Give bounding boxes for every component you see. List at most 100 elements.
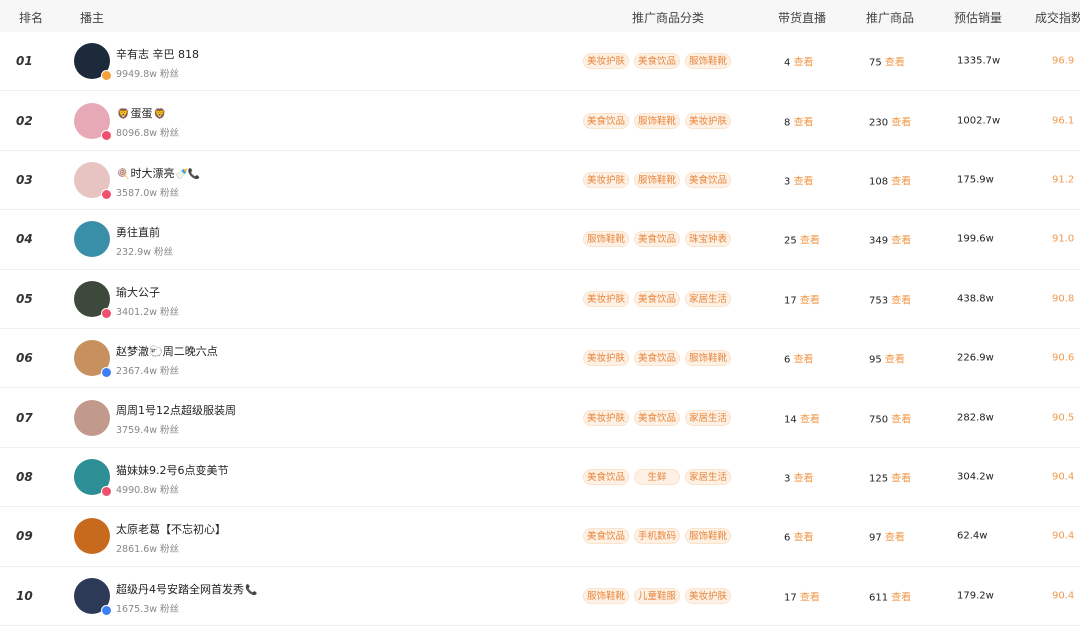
header-index[interactable]: 成交指数 <box>1035 9 1080 26</box>
host-name[interactable]: 周周1号12点超级服装周 <box>116 402 236 418</box>
category-tag: 美食饮品 <box>634 350 680 367</box>
table-row[interactable]: 08 猫妹妹9.2号6点变美节 4990.8w 粉丝 美食饮品 生鲜 家居生活 3 … <box>0 448 1080 508</box>
category-tags: 美妆护肤 美食饮品 服饰鞋靴 <box>583 53 731 70</box>
category-tag: 家居生活 <box>685 468 731 485</box>
rank-number: 03 <box>16 172 33 187</box>
goods-view-link[interactable]: 查看 <box>891 117 911 128</box>
category-tag: 美食饮品 <box>685 171 731 188</box>
live-view-link[interactable]: 查看 <box>794 473 814 484</box>
deal-index: 90.4 <box>1052 590 1075 602</box>
live-count-cell: 14 查看 <box>784 410 820 425</box>
live-count-cell: 8 查看 <box>784 113 814 128</box>
category-tags: 美食饮品 服饰鞋靴 美妆护肤 <box>583 112 731 129</box>
category-tag: 美妆护肤 <box>685 587 731 604</box>
fans-count: 2367.4w 粉丝 <box>116 365 180 377</box>
host-name-text: 太原老葛【不忘初心】 <box>116 523 226 537</box>
host-name[interactable]: 猫妹妹9.2号6点变美节 <box>116 462 229 478</box>
host-name[interactable]: 瑜大公子 <box>116 284 160 300</box>
goods-view-link[interactable]: 查看 <box>891 414 911 425</box>
goods-view-link[interactable]: 查看 <box>885 355 905 366</box>
goods-view-link[interactable]: 查看 <box>891 176 911 187</box>
verified-badge-icon <box>101 307 112 319</box>
avatar[interactable] <box>74 280 112 319</box>
avatar[interactable] <box>74 43 112 82</box>
category-tag: 手机数码 <box>634 528 680 545</box>
host-name[interactable]: 太原老葛【不忘初心】 <box>116 521 226 537</box>
table-row[interactable]: 07 周周1号12点超级服装周 3759.4w 粉丝 美妆护肤 美食饮品 家居生活 … <box>0 388 1080 448</box>
host-name[interactable]: 🦁蛋蛋🦁 <box>116 105 167 121</box>
goods-view-link[interactable]: 查看 <box>891 295 911 306</box>
live-count: 14 <box>784 414 797 426</box>
host-name[interactable]: 赵梦澈🐑周二晚六点 <box>116 343 218 359</box>
category-tag: 服饰鞋靴 <box>583 231 629 248</box>
avatar[interactable] <box>74 518 110 555</box>
host-name[interactable]: 辛有志 辛巴 818 <box>116 46 199 62</box>
table-row[interactable]: 06 赵梦澈🐑周二晚六点 2367.4w 粉丝 美妆护肤 美食饮品 服饰鞋靴 6 查… <box>0 329 1080 389</box>
fans-count: 3401.2w 粉丝 <box>116 306 180 318</box>
category-tag: 珠宝钟表 <box>685 231 731 248</box>
table-row[interactable]: 01 辛有志 辛巴 818 9949.8w 粉丝 美妆护肤 美食饮品 服饰鞋靴 4 … <box>0 32 1080 92</box>
table-row[interactable]: 02 🦁蛋蛋🦁 8096.8w 粉丝 美食饮品 服饰鞋靴 美妆护肤 8 查看 230… <box>0 91 1080 151</box>
host-name[interactable]: 超级丹4号安踏全网首发秀📞 <box>116 581 258 597</box>
avatar[interactable] <box>74 577 112 616</box>
live-view-link[interactable]: 查看 <box>794 117 814 128</box>
avatar[interactable] <box>74 161 112 200</box>
category-tag: 美食饮品 <box>583 528 629 545</box>
live-view-link[interactable]: 查看 <box>794 355 814 366</box>
table-row[interactable]: 05 瑜大公子 3401.2w 粉丝 美妆护肤 美食饮品 家居生活 17 查看 75… <box>0 270 1080 329</box>
live-count: 3 <box>784 176 791 188</box>
avatar[interactable] <box>74 221 110 258</box>
category-tags: 美妆护肤 美食饮品 服饰鞋靴 <box>583 350 731 367</box>
estimated-sales: 282.8w <box>957 412 994 424</box>
header-host: 播主 <box>80 11 105 25</box>
host-name[interactable]: 勇往直前 <box>116 224 160 240</box>
live-view-link[interactable]: 查看 <box>794 176 814 187</box>
table-body: 01 辛有志 辛巴 818 9949.8w 粉丝 美妆护肤 美食饮品 服饰鞋靴 4 … <box>0 32 1080 626</box>
category-tag: 服饰鞋靴 <box>583 587 629 604</box>
live-count-cell: 6 查看 <box>784 351 814 366</box>
host-name-text: 瑜大公子 <box>116 285 160 299</box>
live-view-link[interactable]: 查看 <box>800 295 820 306</box>
goods-view-link[interactable]: 查看 <box>891 236 911 247</box>
avatar[interactable] <box>74 399 110 436</box>
live-view-link[interactable]: 查看 <box>794 58 814 69</box>
table-row[interactable]: 04 勇往直前 232.9w 粉丝 服饰鞋靴 美食饮品 珠宝钟表 25 查看 349… <box>0 210 1080 270</box>
goods-count: 125 <box>869 473 889 485</box>
goods-count: 753 <box>869 295 889 307</box>
goods-view-link[interactable]: 查看 <box>885 58 905 69</box>
goods-count: 75 <box>869 57 882 69</box>
live-view-link[interactable]: 查看 <box>800 414 820 425</box>
host-name-text: 蛋蛋 <box>130 107 153 121</box>
avatar[interactable] <box>74 102 112 141</box>
header-live[interactable]: 带货直播 <box>778 9 826 26</box>
category-tags: 美食饮品 生鲜 家居生活 <box>583 468 731 485</box>
fans-count: 3587.0w 粉丝 <box>116 187 180 199</box>
goods-count: 95 <box>869 354 882 366</box>
live-count: 17 <box>784 295 797 307</box>
live-count: 25 <box>784 235 797 247</box>
header-sales[interactable]: 预估销量 <box>954 9 1002 26</box>
live-view-link[interactable]: 查看 <box>800 592 820 603</box>
goods-count-cell: 753 查看 <box>869 291 911 306</box>
category-tag: 服饰鞋靴 <box>685 350 731 367</box>
goods-view-link[interactable]: 查看 <box>885 533 905 544</box>
avatar[interactable] <box>74 458 112 497</box>
estimated-sales: 438.8w <box>957 293 994 305</box>
host-name[interactable]: 🍭时大漂亮🍼📞 <box>116 165 201 181</box>
live-view-link[interactable]: 查看 <box>794 533 814 544</box>
table-row[interactable]: 10 超级丹4号安踏全网首发秀📞 1675.3w 粉丝 服饰鞋靴 儿童鞋服 美妆护肤… <box>0 567 1080 626</box>
table-row[interactable]: 03 🍭时大漂亮🍼📞 3587.0w 粉丝 美妆护肤 服饰鞋靴 美食饮品 3 查看 … <box>0 151 1080 211</box>
category-tag: 美食饮品 <box>634 231 680 248</box>
deal-index: 96.1 <box>1052 115 1075 127</box>
live-count-cell: 25 查看 <box>784 232 820 247</box>
table-row[interactable]: 09 太原老葛【不忘初心】 2861.6w 粉丝 美食饮品 手机数码 服饰鞋靴 6 … <box>0 507 1080 567</box>
goods-view-link[interactable]: 查看 <box>891 592 911 603</box>
goods-view-link[interactable]: 查看 <box>891 473 911 484</box>
category-tags: 美妆护肤 美食饮品 家居生活 <box>583 409 731 426</box>
header-goods[interactable]: 推广商品 <box>866 9 914 26</box>
goods-count-cell: 95 查看 <box>869 351 905 366</box>
avatar[interactable] <box>74 340 112 379</box>
goods-count-cell: 125 查看 <box>869 469 911 484</box>
live-view-link[interactable]: 查看 <box>800 236 820 247</box>
estimated-sales: 304.2w <box>957 471 994 483</box>
